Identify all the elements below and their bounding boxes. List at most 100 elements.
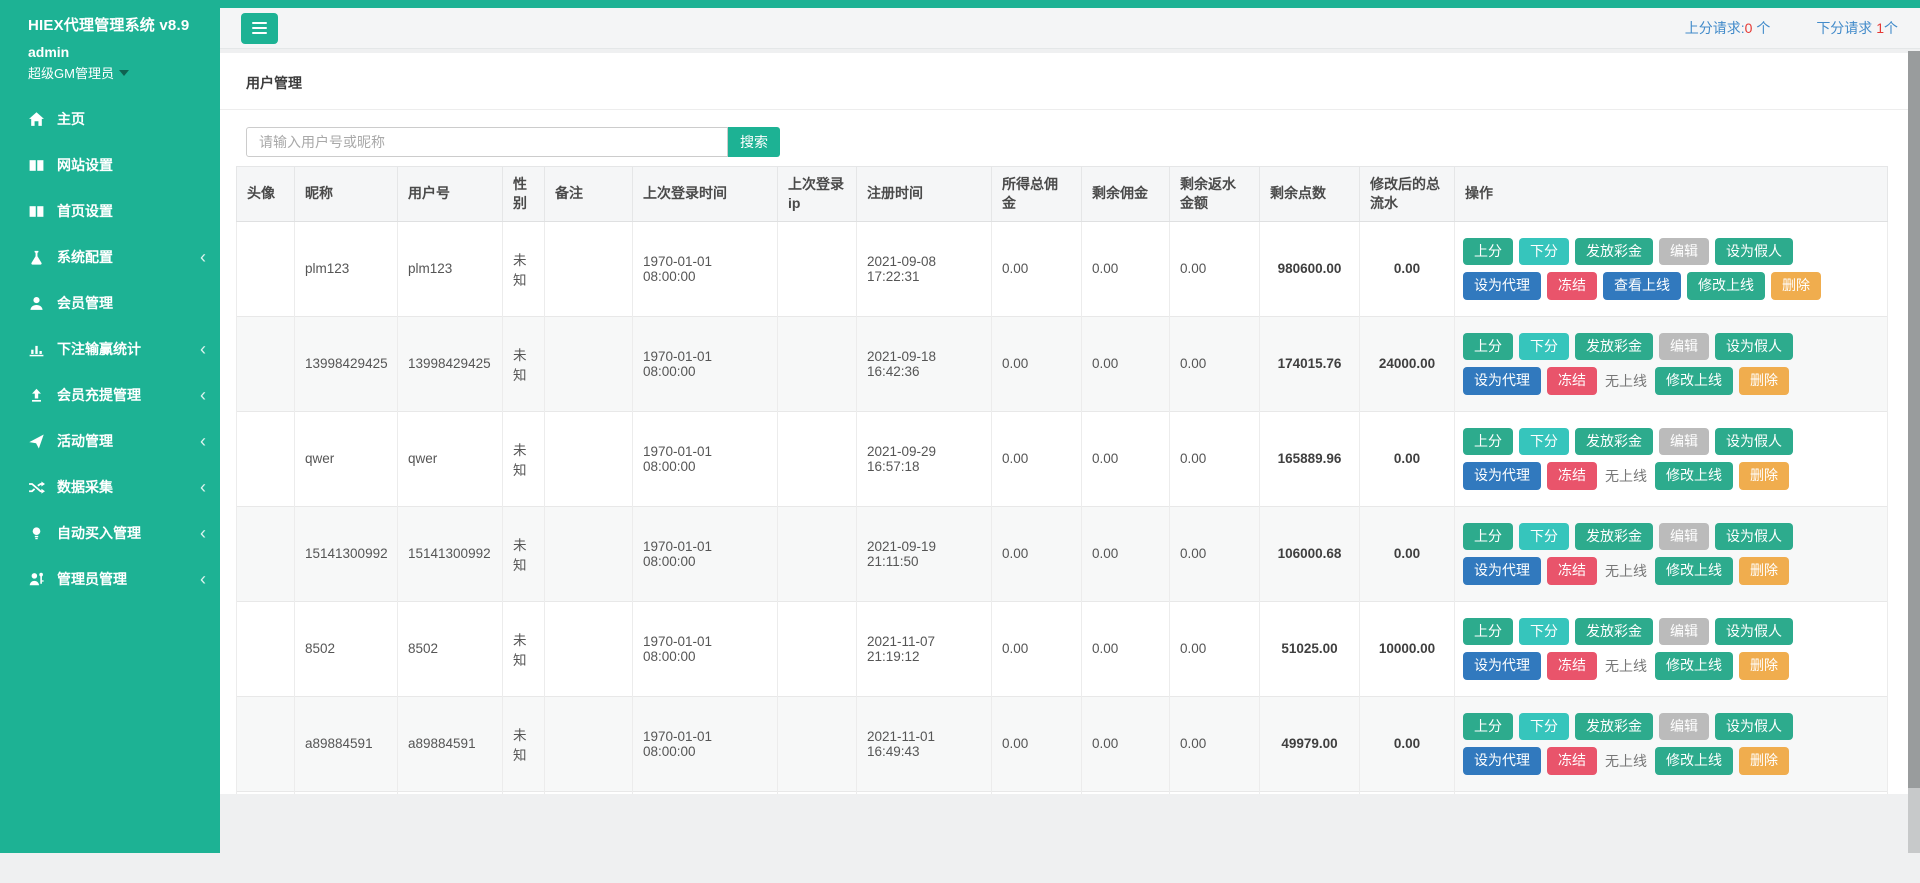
- action-button[interactable]: 修改上线: [1655, 462, 1733, 490]
- action-button[interactable]: 发放彩金: [1575, 713, 1653, 741]
- action-button[interactable]: 发放彩金: [1575, 333, 1653, 361]
- action-button[interactable]: 下分: [1519, 523, 1569, 551]
- action-button[interactable]: 下分: [1519, 713, 1569, 741]
- vertical-scrollbar[interactable]: [1908, 51, 1920, 853]
- down-request-link[interactable]: 下分请求 1个: [1816, 18, 1898, 38]
- user-role-dropdown[interactable]: 超级GM管理员: [28, 63, 210, 82]
- points-cell: [1260, 791, 1360, 794]
- points-cell: 165889.96: [1260, 411, 1360, 506]
- column-header: 头像: [237, 167, 295, 222]
- action-button[interactable]: 设为代理: [1463, 367, 1541, 395]
- action-button[interactable]: 删除: [1739, 462, 1789, 490]
- action-button[interactable]: 上分: [1463, 428, 1513, 456]
- search-button[interactable]: 搜索: [728, 127, 780, 157]
- action-button[interactable]: 编辑: [1659, 523, 1709, 551]
- action-button[interactable]: 设为假人: [1715, 523, 1793, 551]
- action-button[interactable]: 设为假人: [1715, 333, 1793, 361]
- sidebar-item-8[interactable]: 活动管理‹: [0, 418, 220, 464]
- action-button[interactable]: 冻结: [1547, 367, 1597, 395]
- action-button[interactable]: 下分: [1519, 333, 1569, 361]
- action-button[interactable]: 编辑: [1659, 618, 1709, 646]
- table-row: 85028502未知1970-01-01 08:00:002021-11-07 …: [237, 601, 1888, 696]
- bar-chart-icon: [28, 341, 45, 358]
- remark-cell: [545, 411, 633, 506]
- action-button[interactable]: 冻结: [1547, 272, 1597, 300]
- action-button[interactable]: 删除: [1771, 272, 1821, 300]
- gender-cell: 未知: [503, 506, 545, 601]
- action-button[interactable]: 冻结: [1547, 747, 1597, 775]
- action-button[interactable]: 修改上线: [1655, 747, 1733, 775]
- action-button[interactable]: 修改上线: [1687, 272, 1765, 300]
- scrollbar-thumb[interactable]: [1908, 51, 1920, 788]
- action-button[interactable]: 上分: [1463, 333, 1513, 361]
- action-button[interactable]: 下分: [1519, 618, 1569, 646]
- action-button[interactable]: 发放彩金: [1575, 428, 1653, 456]
- action-button[interactable]: 删除: [1739, 747, 1789, 775]
- sidebar-item-5[interactable]: 会员管理: [0, 280, 220, 326]
- action-button[interactable]: 设为代理: [1463, 462, 1541, 490]
- action-button[interactable]: 设为代理: [1463, 747, 1541, 775]
- sidebar-item-11[interactable]: 管理员管理‹: [0, 556, 220, 602]
- content-card: 用户管理 搜索 头像昵称用户号性别备注上次登录时间上次登录ip注册时间所得总佣金…: [220, 53, 1908, 794]
- action-button[interactable]: 删除: [1739, 652, 1789, 680]
- action-button[interactable]: 设为假人: [1715, 238, 1793, 266]
- action-button[interactable]: 上分: [1463, 523, 1513, 551]
- action-button[interactable]: 设为假人: [1715, 713, 1793, 741]
- action-button[interactable]: 下分: [1519, 238, 1569, 266]
- action-button[interactable]: 修改上线: [1655, 652, 1733, 680]
- action-button[interactable]: 上分: [1463, 713, 1513, 741]
- action-button[interactable]: 发放彩金: [1575, 618, 1653, 646]
- gender-cell: [503, 791, 545, 794]
- sidebar-item-2[interactable]: 网站设置: [0, 142, 220, 188]
- total-commission-cell: 0.00: [992, 696, 1082, 791]
- column-header: 备注: [545, 167, 633, 222]
- sidebar-item-3[interactable]: 首页设置: [0, 188, 220, 234]
- action-button[interactable]: 设为假人: [1715, 428, 1793, 456]
- register-time-cell: 2021-09-08 17:22:31: [857, 221, 992, 316]
- sidebar-item-1[interactable]: 主页: [0, 96, 220, 142]
- search-input[interactable]: [246, 127, 728, 157]
- sidebar-item-label: 自动买入管理: [57, 523, 141, 543]
- column-header: 性别: [503, 167, 545, 222]
- action-button[interactable]: 设为代理: [1463, 652, 1541, 680]
- action-button[interactable]: 冻结: [1547, 557, 1597, 585]
- remaining-rebate-cell: 0.00: [1170, 316, 1260, 411]
- sidebar-toggle-button[interactable]: [241, 13, 278, 44]
- modified-flow-cell: 24000.00: [1360, 316, 1455, 411]
- action-button[interactable]: 设为代理: [1463, 557, 1541, 585]
- sidebar-item-6[interactable]: 下注输赢统计‹: [0, 326, 220, 372]
- action-button[interactable]: 修改上线: [1655, 367, 1733, 395]
- title-divider: [220, 109, 1908, 110]
- modified-flow-cell: [1360, 791, 1455, 794]
- action-button[interactable]: 编辑: [1659, 713, 1709, 741]
- action-button[interactable]: 冻结: [1547, 462, 1597, 490]
- last-login-cell: 1970-01-01 08:00:00: [633, 221, 778, 316]
- action-button[interactable]: 删除: [1739, 367, 1789, 395]
- action-button[interactable]: 下分: [1519, 428, 1569, 456]
- action-button[interactable]: 编辑: [1659, 238, 1709, 266]
- action-button[interactable]: 冻结: [1547, 652, 1597, 680]
- remaining-commission-cell: 0.00: [1082, 316, 1170, 411]
- action-button[interactable]: 发放彩金: [1575, 238, 1653, 266]
- action-button[interactable]: 删除: [1739, 557, 1789, 585]
- action-button[interactable]: 查看上线: [1603, 272, 1681, 300]
- action-button[interactable]: 编辑: [1659, 428, 1709, 456]
- table-row: plm123plm123未知1970-01-01 08:00:002021-09…: [237, 221, 1888, 316]
- action-button[interactable]: 发放彩金: [1575, 523, 1653, 551]
- action-button[interactable]: 修改上线: [1655, 557, 1733, 585]
- last-login-cell: 1970-01-01 08:00:00: [633, 506, 778, 601]
- up-request-link[interactable]: 上分请求:0 个: [1685, 18, 1771, 38]
- action-button[interactable]: 编辑: [1659, 333, 1709, 361]
- sidebar-item-7[interactable]: 会员充提管理‹: [0, 372, 220, 418]
- action-button[interactable]: 设为假人: [1715, 618, 1793, 646]
- sidebar-item-10[interactable]: 自动买入管理‹: [0, 510, 220, 556]
- sidebar-item-4[interactable]: 系统配置‹: [0, 234, 220, 280]
- remaining-rebate-cell: 0.00: [1170, 601, 1260, 696]
- action-button[interactable]: 上分: [1463, 618, 1513, 646]
- action-button[interactable]: 设为代理: [1463, 272, 1541, 300]
- points-cell: 980600.00: [1260, 221, 1360, 316]
- action-button[interactable]: 上分: [1463, 238, 1513, 266]
- register-time-cell: 2021-09-18 16:42:36: [857, 316, 992, 411]
- sidebar-item-9[interactable]: 数据采集‹: [0, 464, 220, 510]
- no-upline-text: 无上线: [1603, 371, 1649, 391]
